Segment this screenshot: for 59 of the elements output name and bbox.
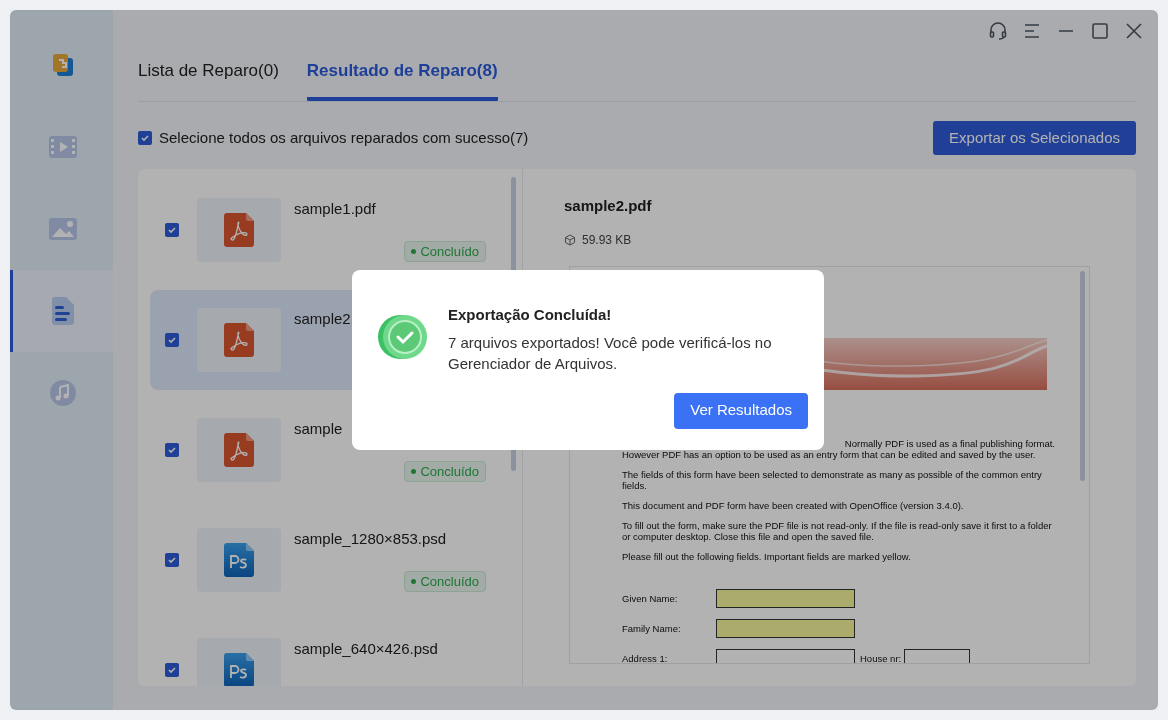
document-text: However PDF has an option to be used as an entry form that can be edited and saved by the user. xyxy=(622,448,1037,460)
checkbox[interactable] xyxy=(165,553,179,567)
menu-icon[interactable] xyxy=(1022,21,1042,41)
photoshop-file-icon xyxy=(224,653,254,686)
close-icon[interactable] xyxy=(1124,21,1144,41)
checkmark-icon xyxy=(167,555,177,565)
maximize-icon[interactable] xyxy=(1090,21,1110,41)
checkbox[interactable] xyxy=(165,333,179,347)
document-paragraph: This document and PDF form have been created with OpenOffice (version 3.4.0). xyxy=(622,499,965,511)
file-name: sample_1280×853.psd xyxy=(294,529,447,549)
file-row[interactable]: sample_1280×853.psd Concluído xyxy=(150,510,510,610)
file-row[interactable]: sample_640×426.psd xyxy=(150,620,510,686)
form-label: House nr: xyxy=(860,652,902,663)
checkbox[interactable] xyxy=(138,131,152,145)
file-name: sample2 xyxy=(294,309,351,329)
status-badge: Concluído xyxy=(404,571,486,592)
file-row[interactable]: sample1.pdf Concluído xyxy=(150,180,510,280)
form-label: Address 1: xyxy=(622,652,669,663)
form-field[interactable] xyxy=(716,648,855,663)
photoshop-file-icon xyxy=(224,543,254,577)
pdf-file-icon xyxy=(224,323,254,357)
form-label: Family Name: xyxy=(622,622,682,634)
tab[interactable]: Resultado de Reparo(8) xyxy=(306,52,498,101)
checkmark-icon xyxy=(140,133,150,143)
checkbox[interactable] xyxy=(165,223,179,237)
status-badge: Concluído xyxy=(404,461,486,482)
sidebar-item[interactable] xyxy=(10,270,113,352)
form-field[interactable] xyxy=(716,588,855,608)
checkbox[interactable] xyxy=(165,443,179,457)
select-all-label: Selecione todos os arquivos reparados com sucesso(7) xyxy=(159,127,529,148)
document-text: Normally PDF is used as a final publishing format. xyxy=(844,437,1055,449)
checkmark-icon xyxy=(167,335,177,345)
file-size: 59.93 KB xyxy=(582,231,632,249)
pdf-file-icon xyxy=(224,213,254,247)
status-badge: Concluído xyxy=(404,241,486,262)
document-paragraph: The fields of this form have been selected to demonstrate as many as possible of the common entry fields. xyxy=(622,468,1043,491)
checkmark-icon xyxy=(167,225,177,235)
form-label: Given Name: xyxy=(622,592,679,604)
scrollbar[interactable] xyxy=(1080,270,1085,481)
document-paragraph: To fill out the form, make sure the PDF file is not read-only. If the file is read-only save it first to a folder or computer desktop. Close this file and open the saved file. xyxy=(622,519,1053,542)
document-paragraph: Please fill out the following fields. Important fields are marked yellow. xyxy=(622,550,912,562)
checkbox[interactable] xyxy=(165,663,179,677)
pdf-file-icon xyxy=(224,433,254,467)
checkmark-icon xyxy=(167,445,177,455)
tab[interactable]: Lista de Reparo(0) xyxy=(138,52,279,101)
document-icon[interactable] xyxy=(50,296,76,326)
export-button[interactable]: Exportar os Selecionados xyxy=(933,121,1136,155)
headset-icon[interactable] xyxy=(988,21,1008,41)
cube-icon xyxy=(564,233,576,246)
view-results-button[interactable]: Ver Resultados xyxy=(674,392,808,429)
form-field[interactable] xyxy=(716,618,855,638)
file-name: sample1.pdf xyxy=(294,199,376,219)
success-check-icon xyxy=(378,313,428,361)
app-logo-icon xyxy=(51,52,75,78)
file-name: sample_640×426.psd xyxy=(294,639,438,659)
form-field[interactable] xyxy=(904,648,971,663)
file-name: sample xyxy=(294,419,343,439)
preview-title: sample2.pdf xyxy=(564,196,653,216)
checkmark-icon xyxy=(167,665,177,675)
